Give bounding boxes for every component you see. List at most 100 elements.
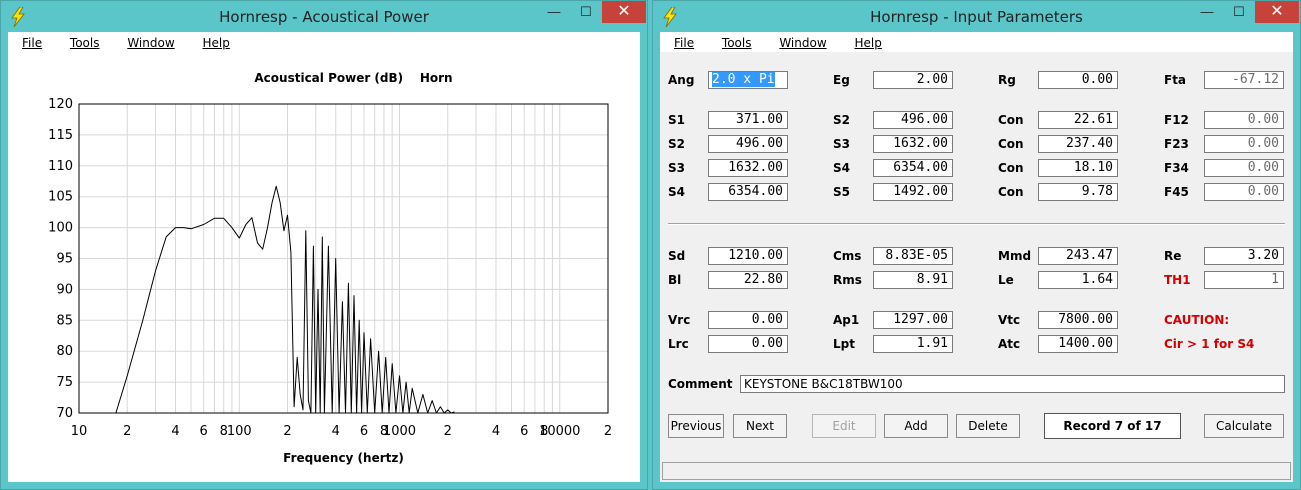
close-button[interactable]: ✕ <box>1255 1 1299 23</box>
s3-label: S3 <box>833 137 850 151</box>
menu-tools[interactable]: Tools <box>56 32 110 50</box>
eg-field[interactable]: 2.00 <box>873 71 953 89</box>
menu-tools-label: Tools <box>721 36 752 50</box>
vrc-field[interactable]: 0.00 <box>708 311 788 329</box>
eg-label: Eg <box>833 73 850 87</box>
y-tick-label: 70 <box>56 406 73 421</box>
y-tick-label: 120 <box>48 97 73 112</box>
s3-label: S3 <box>668 161 685 175</box>
s4-field[interactable]: 6354.00 <box>708 183 788 201</box>
sd-field[interactable]: 1210.00 <box>708 247 788 265</box>
re-label: Re <box>1164 249 1182 263</box>
s3-field[interactable]: 1632.00 <box>873 135 953 153</box>
y-tick-label: 85 <box>56 313 73 328</box>
fta-field: -67.12 <box>1204 71 1284 89</box>
x-tick-label: 6 <box>520 424 528 439</box>
con3-field[interactable]: 18.10 <box>1038 159 1118 177</box>
maximize-button[interactable]: ☐ <box>1224 1 1254 23</box>
next-button[interactable]: Next <box>733 414 787 438</box>
f23-label: F23 <box>1164 137 1189 151</box>
menu-window[interactable]: Window <box>765 32 836 50</box>
vrc-label: Vrc <box>668 313 691 327</box>
mmd-field[interactable]: 243.47 <box>1038 247 1118 265</box>
menu-help[interactable]: Help <box>188 32 239 50</box>
minimize-button[interactable]: — <box>539 1 569 23</box>
menu-window[interactable]: Window <box>113 32 184 50</box>
acoustical-power-window: Hornresp - Acoustical Power — ☐ ✕ File T… <box>0 0 648 490</box>
vtc-field[interactable]: 7800.00 <box>1038 311 1118 329</box>
le-field[interactable]: 1.64 <box>1038 271 1118 289</box>
chart-title: Acoustical Power (dB) Horn <box>254 71 452 85</box>
f34-field: 0.00 <box>1204 159 1284 177</box>
cms-field[interactable]: 8.83E-05 <box>873 247 953 265</box>
con4-label: Con <box>998 185 1024 199</box>
f45-field: 0.00 <box>1204 183 1284 201</box>
previous-button[interactable]: Previous <box>668 414 724 438</box>
x-tick-label: 4 <box>492 424 500 439</box>
record-indicator: Record 7 of 17 <box>1044 413 1181 439</box>
menu-file[interactable]: File <box>660 32 704 50</box>
bl-label: Bl <box>668 273 682 287</box>
title-bar[interactable]: Hornresp - Input Parameters — ☐ ✕ <box>653 1 1300 32</box>
input-parameters-form: Ang 2.0 x Pi Eg 2.00 Rg 0.00 Fta -67.12 … <box>660 52 1293 482</box>
s4-label: S4 <box>668 185 685 199</box>
y-tick-label: 105 <box>48 190 73 205</box>
y-tick-label: 100 <box>48 221 73 236</box>
s2-field[interactable]: 496.00 <box>708 135 788 153</box>
x-tick-label: 100 <box>227 424 252 439</box>
s1-field[interactable]: 371.00 <box>708 111 788 129</box>
re-field[interactable]: 3.20 <box>1204 247 1284 265</box>
lrc-field[interactable]: 0.00 <box>708 335 788 353</box>
con2-field[interactable]: 237.40 <box>1038 135 1118 153</box>
s3-field[interactable]: 1632.00 <box>708 159 788 177</box>
y-tick-label: 110 <box>48 159 73 174</box>
x-tick-label: 1000 <box>383 424 416 439</box>
con1-label: Con <box>998 113 1024 127</box>
close-button[interactable]: ✕ <box>602 1 646 23</box>
x-tick-label: 4 <box>171 424 179 439</box>
comment-field[interactable]: KEYSTONE B&C18TBW100 <box>740 375 1285 393</box>
delete-button[interactable]: Delete <box>956 414 1020 438</box>
atc-field[interactable]: 1400.00 <box>1038 335 1118 353</box>
s2-label: S2 <box>833 113 850 127</box>
x-tick-label: 2 <box>604 424 612 439</box>
add-button[interactable]: Add <box>884 414 948 438</box>
th1-field: 1 <box>1204 271 1284 289</box>
edit-button[interactable]: Edit <box>812 414 876 438</box>
s5-label: S5 <box>833 185 850 199</box>
x-tick-label: 6 <box>200 424 208 439</box>
menu-file-label: File <box>22 36 43 50</box>
s2-field[interactable]: 496.00 <box>873 111 953 129</box>
s4-label: S4 <box>833 161 850 175</box>
y-tick-label: 90 <box>56 282 73 297</box>
y-tick-label: 80 <box>56 344 73 359</box>
menu-help[interactable]: Help <box>840 32 891 50</box>
y-tick-label: 75 <box>56 375 73 390</box>
lpt-label: Lpt <box>833 337 855 351</box>
menu-window-label: Window <box>779 36 827 50</box>
con1-field[interactable]: 22.61 <box>1038 111 1118 129</box>
calculate-button[interactable]: Calculate <box>1204 414 1284 438</box>
rms-label: Rms <box>833 273 862 287</box>
x-tick-label: 10 <box>71 424 88 439</box>
minimize-button[interactable]: — <box>1192 1 1222 23</box>
con3-label: Con <box>998 161 1024 175</box>
title-bar[interactable]: Hornresp - Acoustical Power — ☐ ✕ <box>1 1 647 32</box>
ang-field[interactable]: 2.0 x Pi <box>708 71 788 89</box>
status-bar <box>662 462 1291 480</box>
fta-label: Fta <box>1164 73 1187 87</box>
ap1-field[interactable]: 1297.00 <box>873 311 953 329</box>
bl-field[interactable]: 22.80 <box>708 271 788 289</box>
ang-value: 2.0 x Pi <box>712 72 775 87</box>
lpt-field[interactable]: 1.91 <box>873 335 953 353</box>
s5-field[interactable]: 1492.00 <box>873 183 953 201</box>
menu-file[interactable]: File <box>8 32 52 50</box>
maximize-button[interactable]: ☐ <box>571 1 601 23</box>
rms-field[interactable]: 8.91 <box>873 271 953 289</box>
menu-tools[interactable]: Tools <box>708 32 762 50</box>
rg-field[interactable]: 0.00 <box>1038 71 1118 89</box>
series-line <box>115 185 455 414</box>
s4-field[interactable]: 6354.00 <box>873 159 953 177</box>
con4-field[interactable]: 9.78 <box>1038 183 1118 201</box>
rg-label: Rg <box>998 73 1016 87</box>
